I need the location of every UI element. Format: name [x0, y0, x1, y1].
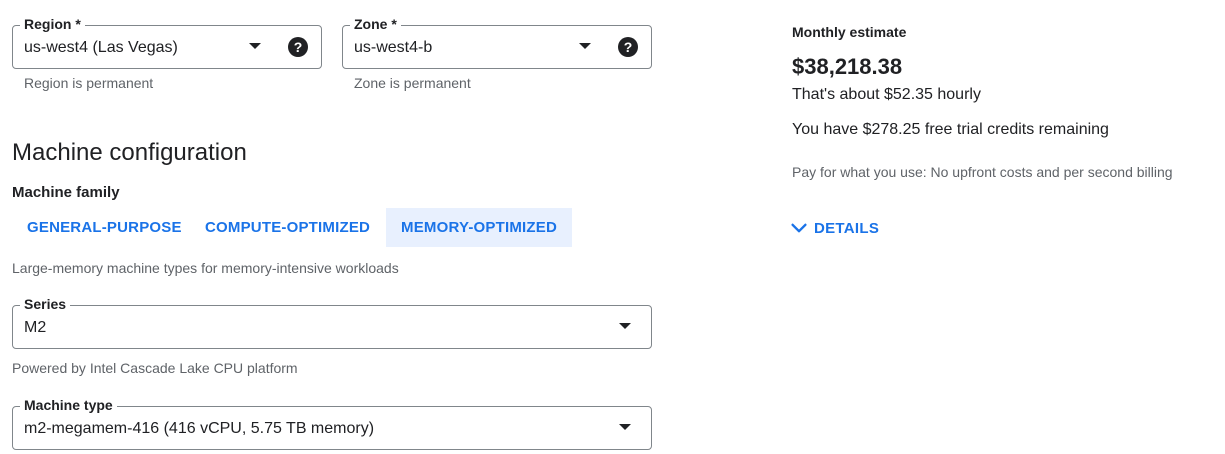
chevron-down-icon	[619, 424, 631, 430]
zone-label: Zone *	[350, 15, 401, 33]
tab-memory-optimized[interactable]: MEMORY-OPTIMIZED	[386, 208, 572, 247]
tab-compute-optimized[interactable]: COMPUTE-OPTIMIZED	[190, 208, 385, 247]
series-label: Series	[20, 295, 71, 313]
help-icon[interactable]: ?	[618, 37, 638, 57]
vm-create-form: Region * us-west4 (Las Vegas) ? Region i…	[0, 0, 1225, 454]
machine-type-label: Machine type	[20, 396, 117, 414]
series-hint: Powered by Intel Cascade Lake CPU platfo…	[12, 360, 298, 376]
machine-type-value: m2-megamem-416 (416 vCPU, 5.75 TB memory…	[24, 420, 375, 437]
series-select[interactable]: Series M2	[12, 295, 652, 349]
billing-note: Pay for what you use: No upfront costs a…	[792, 164, 1173, 180]
family-description: Large-memory machine types for memory-in…	[12, 260, 399, 276]
estimate-price: $38,218.38	[792, 54, 903, 79]
chevron-down-icon	[619, 323, 631, 329]
tab-general-purpose[interactable]: GENERAL-PURPOSE	[12, 208, 197, 247]
zone-select[interactable]: Zone * us-west4-b ?	[342, 15, 652, 69]
region-hint: Region is permanent	[24, 75, 154, 91]
chevron-down-icon	[249, 43, 261, 49]
trial-credits: You have $278.25 free trial credits rema…	[792, 121, 1109, 138]
chevron-down-icon	[791, 223, 807, 233]
chevron-down-icon	[579, 43, 591, 49]
section-title: Machine configuration	[12, 139, 247, 166]
estimate-hourly: That's about $52.35 hourly	[792, 86, 981, 103]
zone-value: us-west4-b	[354, 39, 433, 56]
region-select[interactable]: Region * us-west4 (Las Vegas) ?	[12, 15, 322, 69]
series-value: M2	[24, 319, 47, 336]
region-label: Region *	[20, 15, 85, 33]
zone-hint: Zone is permanent	[354, 75, 471, 91]
machine-type-select[interactable]: Machine type m2-megamem-416 (416 vCPU, 5…	[12, 396, 652, 450]
region-value: us-west4 (Las Vegas)	[24, 39, 178, 56]
machine-family-label: Machine family	[12, 184, 120, 201]
help-icon[interactable]: ?	[288, 37, 308, 57]
details-toggle[interactable]: DETAILS	[788, 216, 879, 240]
estimate-label: Monthly estimate	[792, 24, 907, 40]
details-label: DETAILS	[814, 219, 880, 237]
